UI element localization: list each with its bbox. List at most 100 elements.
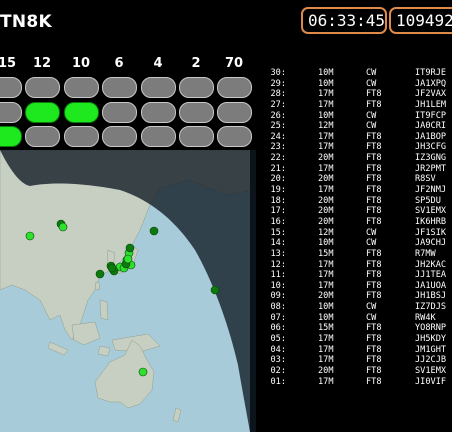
band-indicator-6-idle (102, 126, 137, 147)
log-mode: CW (366, 302, 377, 313)
log-band: 15M (318, 323, 334, 334)
log-row: 22: 20M FT8 IZ3GNG (270, 153, 452, 164)
log-callsign: IK6HRB (415, 216, 447, 227)
log-callsign: YO8RNP (415, 323, 447, 334)
log-mode: FT8 (366, 291, 382, 302)
log-band: 17M (318, 163, 334, 174)
log-callsign: JH5KDY (415, 334, 447, 345)
log-callsign: JH1LEM (415, 99, 447, 110)
log-band: 17M (318, 334, 334, 345)
log-mode: CW (366, 227, 377, 238)
log-callsign: JJ1TEA (415, 270, 447, 281)
log-callsign: IT9FCP (415, 110, 447, 121)
log-callsign: IZ7DJS (415, 302, 447, 313)
band-indicator-12-active (25, 102, 60, 123)
log-row: 09: 20M FT8 JH1BSJ (270, 291, 452, 302)
log-band: 17M (318, 259, 334, 270)
log-row: 19: 17M FT8 JF2NMJ (270, 185, 452, 196)
log-number: 01: (270, 376, 286, 387)
log-band: 20M (318, 174, 334, 185)
log-band: 10M (318, 312, 334, 323)
log-row: 26: 10M CW IT9FCP (270, 111, 452, 122)
world-map[interactable] (0, 150, 256, 432)
log-band: 17M (318, 270, 334, 281)
log-callsign: JA1BOP (415, 131, 447, 142)
log-callsign: JA9CHJ (415, 238, 447, 249)
band-indicator-2-idle (179, 77, 214, 98)
log-mode: FT8 (366, 280, 382, 291)
log-mode: CW (366, 68, 377, 78)
log-row: 25: 12M CW JA0CRI (270, 121, 452, 132)
log-number: 10: (270, 280, 286, 291)
log-row: 06: 15M FT8 YO8RNP (270, 323, 452, 334)
band-indicator-15-active (0, 126, 22, 147)
log-row: 07: 10M CW RW4K (270, 313, 452, 324)
log-number: 09: (270, 291, 286, 302)
qso-marker[interactable] (123, 254, 133, 264)
band-indicator-12-idle (25, 126, 60, 147)
log-number: 27: (270, 99, 286, 110)
log-row: 08: 10M CW IZ7DJS (270, 302, 452, 313)
log-number: 08: (270, 302, 286, 313)
log-row: 20: 20M FT8 R8SV (270, 174, 452, 185)
log-row: 27: 17M FT8 JH1LEM (270, 100, 452, 111)
qso-marker[interactable] (210, 285, 220, 295)
qso-marker[interactable] (107, 263, 117, 273)
log-number: 12: (270, 259, 286, 270)
log-number: 30: (270, 68, 286, 78)
band-indicator-4-idle (141, 77, 176, 98)
log-mode: FT8 (366, 334, 382, 345)
qso-marker[interactable] (25, 231, 35, 241)
log-band: 20M (318, 153, 334, 164)
log-mode: FT8 (366, 174, 382, 185)
log-row: 04: 17M FT8 JM1GHT (270, 345, 452, 356)
log-band: 20M (318, 195, 334, 206)
log-row: 11: 17M FT8 JJ1TEA (270, 270, 452, 281)
log-callsign: JF2NMJ (415, 185, 447, 196)
band-indicator-10-active (64, 102, 99, 123)
log-number: 14: (270, 238, 286, 249)
log-mode: FT8 (366, 195, 382, 206)
log-band: 20M (318, 291, 334, 302)
qso-marker[interactable] (125, 243, 135, 253)
log-callsign: SV1EMX (415, 365, 447, 376)
log-callsign: JA1UOA (415, 280, 447, 291)
log-mode: FT8 (366, 131, 382, 142)
map-canvas (0, 150, 256, 432)
log-row: 23: 17M FT8 JH3CFG (270, 142, 452, 153)
band-indicator-10-idle (64, 77, 99, 98)
log-number: 16: (270, 216, 286, 227)
log-row: 17: 20M FT8 SV1EMX (270, 206, 452, 217)
log-callsign: JA0CRI (415, 121, 447, 132)
log-callsign: JF1SIK (415, 227, 447, 238)
log-callsign: JA1XPQ (415, 78, 447, 89)
band-indicator-4-idle (141, 126, 176, 147)
log-band: 12M (318, 121, 334, 132)
log-number: 28: (270, 89, 286, 100)
log-row: 24: 17M FT8 JA1BOP (270, 132, 452, 143)
log-mode: CW (366, 78, 377, 89)
log-number: 11: (270, 270, 286, 281)
log-mode: CW (366, 238, 377, 249)
log-number: 04: (270, 344, 286, 355)
qso-marker[interactable] (95, 269, 105, 279)
log-mode: FT8 (366, 355, 382, 366)
qso-marker[interactable] (58, 222, 68, 232)
log-mode: FT8 (366, 216, 382, 227)
band-indicator-6-idle (102, 102, 137, 123)
log-callsign: IZ3GNG (415, 153, 447, 164)
log-callsign: JM1GHT (415, 344, 447, 355)
log-band: 17M (318, 355, 334, 366)
log-mode: FT8 (366, 99, 382, 110)
log-callsign: JH1BSJ (415, 291, 447, 302)
log-band: 12M (318, 227, 334, 238)
qso-marker[interactable] (138, 367, 148, 377)
log-band: 10M (318, 238, 334, 249)
qso-marker[interactable] (149, 226, 159, 236)
log-band: 20M (318, 365, 334, 376)
log-callsign: JF2VAX (415, 89, 447, 100)
log-mode: FT8 (366, 376, 382, 387)
log-number: 15: (270, 227, 286, 238)
band-indicator-4-idle (141, 102, 176, 123)
log-number: 24: (270, 131, 286, 142)
